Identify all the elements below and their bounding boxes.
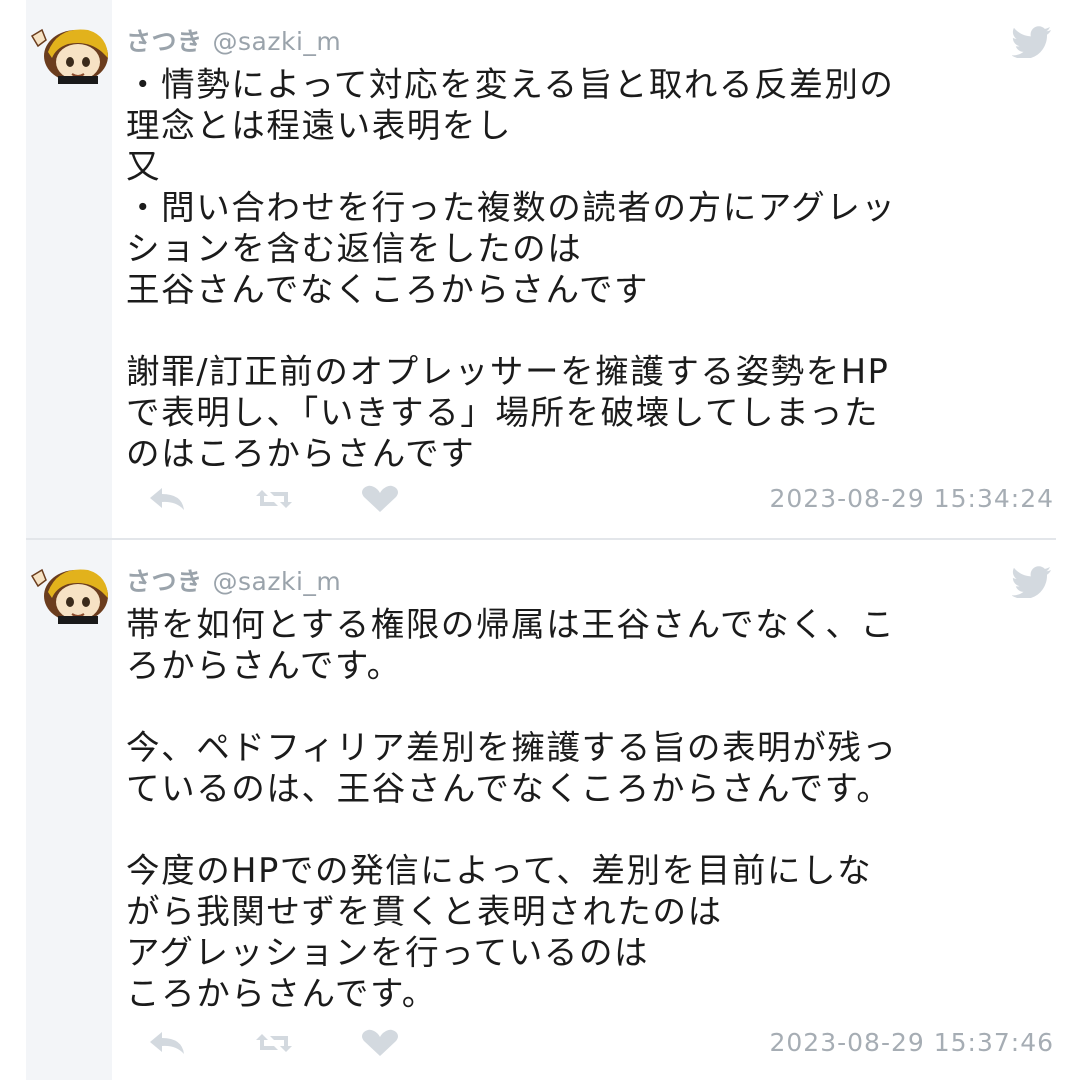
tweet-text-line: のはころからさんです [126,434,476,473]
tweet-card[interactable]: さつき @sazki_m ・情勢によって対応を変える旨と取れる反差別の 理念とは… [0,0,1080,538]
tweet-text-line: がら我関せずを貫くと表明されたのは [126,892,723,931]
heart-icon[interactable] [358,484,402,514]
tweet-actions [146,484,464,514]
tweet-text-line: ・情勢によって対応を変える旨と取れる反差別の [126,65,895,104]
tweet-text-line: ているのは、王谷さんでなくころからさんです。 [126,769,892,808]
user-handle[interactable]: @sazki_m [213,27,342,56]
tweet-text-line: ろからさんです。 [126,646,402,685]
user-handle[interactable]: @sazki_m [213,567,342,596]
retweet-icon[interactable] [252,484,296,514]
heart-icon[interactable] [358,1028,402,1058]
tweet-text: ・情勢によって対応を変える旨と取れる反差別の 理念とは程遠い表明をし 又 ・問い… [126,64,1056,474]
tweet-actions [146,1028,464,1058]
tweet-card[interactable]: さつき @sazki_m 帯を如何とする権限の帰属は王谷さんでなく、こ ろからさ… [0,540,1080,1080]
tweet-text-line: 理念とは程遠い表明をし [126,106,513,145]
tweet-text-line: で表明し、「いきする」場所を破壊してしまった [126,393,880,432]
retweet-icon[interactable] [252,1028,296,1058]
tweet-text: 帯を如何とする権限の帰属は王谷さんでなく、こ ろからさんです。 今、ペドフィリア… [126,604,1056,1014]
twitter-bird-icon [1012,26,1051,58]
tweet-header: さつき @sazki_m [126,562,341,598]
display-name[interactable]: さつき [126,22,203,58]
tweet-text-line: 王谷さんでなくころからさんです [126,270,650,309]
tweet-text-line: 今、ペドフィリア差別を擁護する旨の表明が残っ [126,728,898,767]
tweet-text-line [126,809,1056,850]
tweet-timestamp[interactable]: 2023-08-29 15:37:46 [769,1028,1054,1057]
tweet-text-line [126,310,1056,351]
tweet-text-line: ・問い合わせを行った複数の読者の方にアグレッ [126,188,897,227]
tweet-text-line: ころからさんです。 [126,974,437,1013]
tweet-text-line: ションを含む返信をしたのは [126,229,583,268]
avatar[interactable] [28,22,114,84]
tweet-timestamp[interactable]: 2023-08-29 15:34:24 [769,484,1054,513]
avatar[interactable] [28,562,114,624]
tweet-text-line: アグレッションを行っているのは [126,933,650,972]
twitter-bird-icon [1012,566,1051,598]
tweet-header: さつき @sazki_m [126,22,341,58]
tweet-text-line: 今度のHPでの発信によって、差別を目前にしな [126,851,873,890]
tweet-text-line: 謝罪/訂正前のオプレッサーを擁護する姿勢をHP [126,352,890,391]
tweet-list-page: さつき @sazki_m ・情勢によって対応を変える旨と取れる反差別の 理念とは… [0,0,1080,1080]
tweet-text-line: 帯を如何とする権限の帰属は王谷さんでなく、こ [126,605,896,644]
tweet-text-line [126,686,1056,727]
display-name[interactable]: さつき [126,562,203,598]
reply-icon[interactable] [146,1028,190,1058]
tweet-text-line: 又 [126,147,162,186]
reply-icon[interactable] [146,484,190,514]
